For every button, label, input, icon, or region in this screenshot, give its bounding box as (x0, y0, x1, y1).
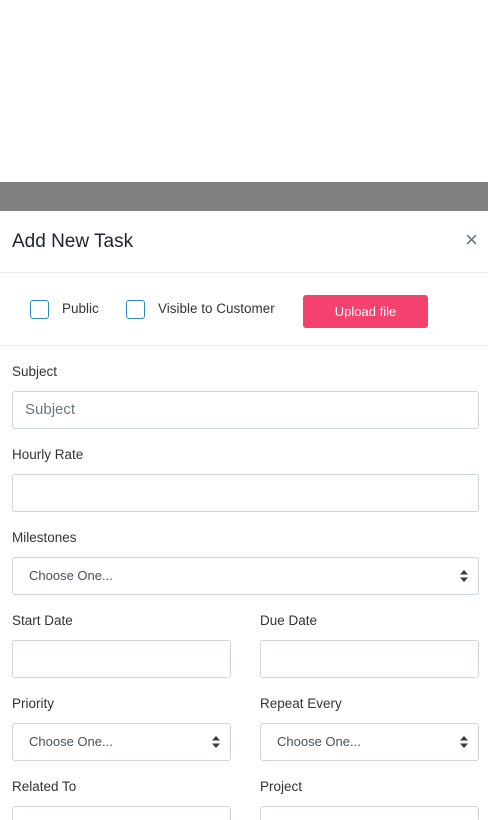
milestones-selected-value: Choose One... (29, 568, 113, 583)
page-background-area (0, 0, 488, 150)
project-label: Project (260, 779, 303, 794)
modal-title: Add New Task (12, 231, 134, 252)
milestones-label: Milestones (12, 530, 77, 545)
visible-to-customer-label: Visible to Customer (158, 301, 275, 316)
due-date-input[interactable] (260, 640, 479, 678)
task-options-row: Public Visible to Customer Upload file (0, 273, 488, 346)
hourly-rate-label: Hourly Rate (12, 447, 84, 462)
add-task-modal: Add New Task × Public Visible to Custome… (0, 211, 488, 820)
page-strip (0, 150, 488, 182)
repeat-every-selected-value: Choose One... (277, 734, 361, 749)
start-date-input[interactable] (12, 640, 231, 678)
project-select[interactable] (260, 806, 479, 820)
select-arrows-icon (460, 736, 468, 748)
public-checkbox[interactable] (30, 300, 49, 319)
subject-input[interactable]: Subject (12, 391, 479, 429)
close-button[interactable]: × (465, 229, 478, 251)
repeat-every-label: Repeat Every (260, 696, 342, 711)
visible-to-customer-checkbox[interactable] (126, 300, 145, 319)
hourly-rate-input[interactable] (12, 474, 479, 512)
select-arrows-icon (460, 570, 468, 582)
subject-label: Subject (12, 364, 58, 379)
start-date-label: Start Date (12, 613, 73, 628)
due-date-label: Due Date (260, 613, 318, 628)
modal-backdrop (0, 182, 488, 211)
priority-select[interactable]: Choose One... (12, 723, 231, 761)
related-to-select[interactable] (12, 806, 231, 820)
priority-label: Priority (12, 696, 55, 711)
repeat-every-select[interactable]: Choose One... (260, 723, 479, 761)
select-arrows-icon (212, 736, 220, 748)
related-to-label: Related To (12, 779, 77, 794)
modal-header: Add New Task × (0, 211, 488, 273)
milestones-select[interactable]: Choose One... (12, 557, 479, 595)
public-checkbox-label: Public (62, 301, 99, 316)
upload-file-button[interactable]: Upload file (303, 295, 428, 328)
priority-selected-value: Choose One... (29, 734, 113, 749)
